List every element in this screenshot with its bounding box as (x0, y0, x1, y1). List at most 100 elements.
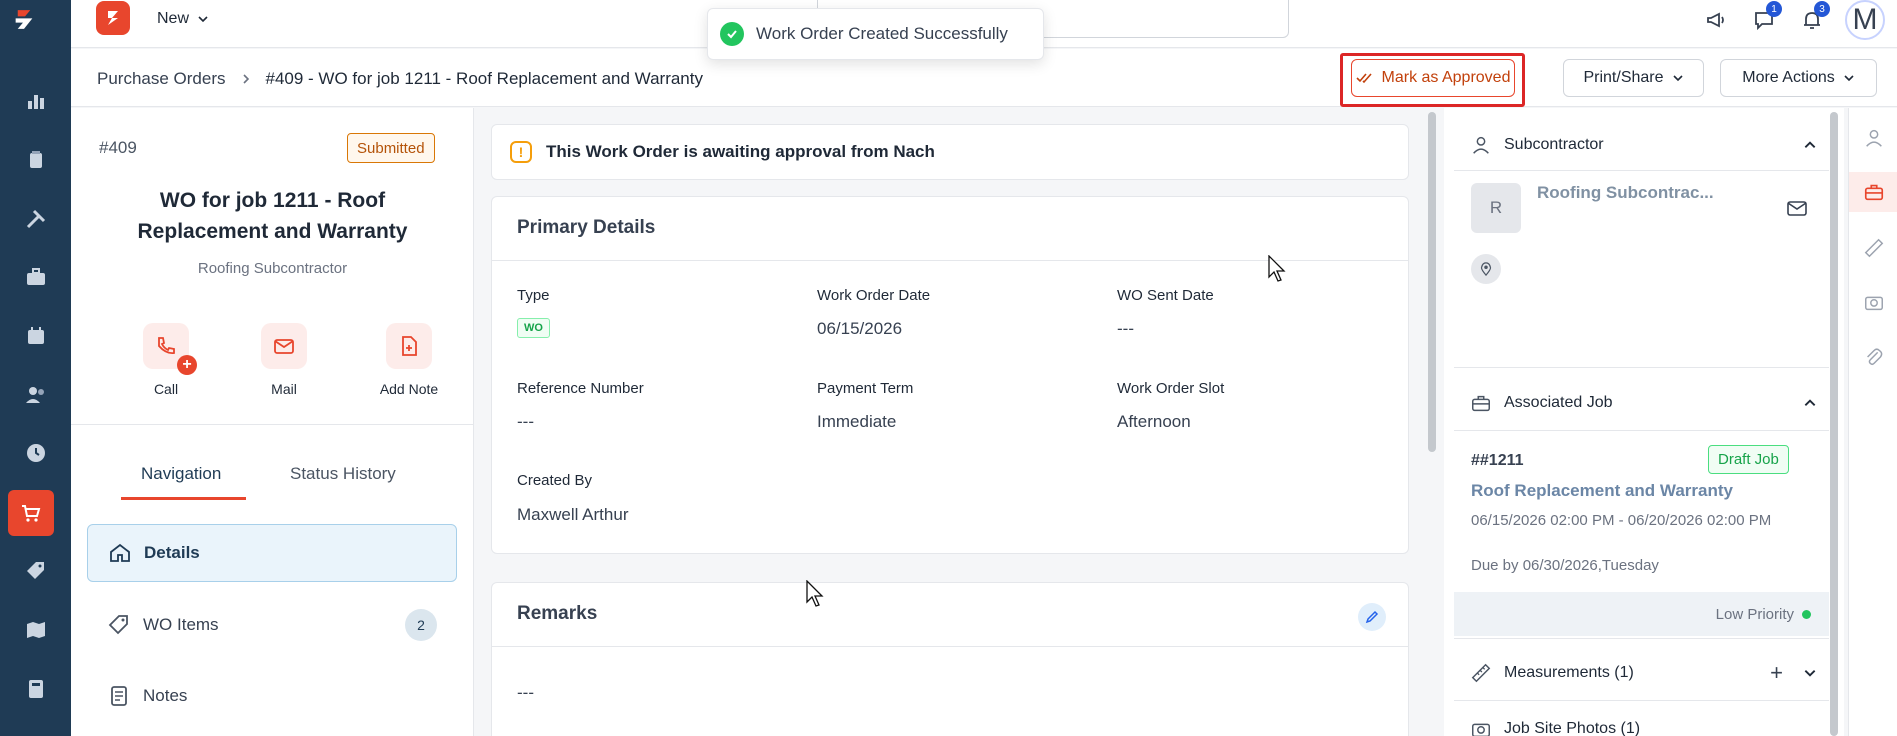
nav-item-label: WO Items (143, 615, 219, 634)
mail-icon[interactable] (1785, 196, 1809, 220)
person-icon (1473, 136, 1489, 154)
person-icon[interactable] (1849, 118, 1897, 158)
add-note-icon (386, 323, 432, 369)
field-label: Created By (517, 472, 593, 489)
field-value: --- (517, 412, 534, 431)
add-note-action[interactable]: Add Note (364, 323, 454, 397)
print-share-button[interactable]: Print/Share (1563, 59, 1704, 97)
briefcase-icon (1472, 395, 1490, 412)
new-menu-button[interactable]: New (157, 8, 209, 30)
job-site-photos-section-header[interactable]: Job Site Photos (1) (1454, 718, 1829, 736)
tag-icon (108, 615, 128, 635)
tab-navigation[interactable]: Navigation (141, 464, 221, 484)
check-circle-icon (720, 22, 744, 46)
dashboard-icon[interactable] (0, 78, 71, 124)
divider (1454, 367, 1829, 368)
briefcase-icon[interactable] (1849, 172, 1897, 212)
add-measurement-plus-icon[interactable]: + (1770, 660, 1783, 686)
print-share-label: Print/Share (1583, 69, 1664, 86)
announcement-megaphone-icon[interactable] (1701, 5, 1731, 35)
work-order-summary-panel: #409 Submitted WO for job 1211 - Roof Re… (71, 108, 474, 736)
field-label: Work Order Date (817, 287, 931, 304)
mail-action[interactable]: Mail (239, 323, 329, 397)
breadcrumb-current: #409 - WO for job 1211 - Roof Replacemen… (265, 69, 703, 88)
add-note-label: Add Note (379, 381, 439, 397)
approve-label: Mark as Approved (1381, 69, 1511, 86)
field-label: Reference Number (517, 380, 644, 397)
map-icon[interactable] (0, 607, 71, 653)
messages-icon[interactable]: 1 (1749, 1, 1782, 35)
clock-icon[interactable] (0, 430, 71, 476)
calendar-icon[interactable] (0, 313, 71, 359)
brand-logo-icon[interactable] (96, 1, 130, 35)
priority-indicator: Low Priority (1454, 592, 1829, 636)
field-label: Type (517, 287, 550, 304)
chevron-down-icon[interactable] (1803, 666, 1817, 680)
people-icon[interactable] (0, 372, 71, 418)
nav-item-notes[interactable]: Notes (87, 667, 457, 725)
divider (1454, 170, 1829, 171)
user-avatar[interactable]: M (1845, 0, 1885, 40)
mail-label: Mail (271, 381, 297, 397)
divider (1454, 430, 1829, 431)
breadcrumb-parent-link[interactable]: Purchase Orders (97, 69, 226, 89)
divider (1454, 700, 1829, 701)
mark-as-approved-button[interactable]: Mark as Approved (1351, 59, 1515, 97)
chevron-down-icon (198, 16, 208, 23)
page-title: WO for job 1211 - Roof Replacement and W… (137, 189, 408, 243)
notifications-bell-icon[interactable]: 3 (1797, 1, 1830, 35)
chevron-down-icon (1672, 75, 1683, 82)
mouse-cursor-icon (1268, 255, 1286, 282)
nav-item-label: Details (144, 543, 200, 562)
divider (71, 424, 474, 425)
card-heading: Remarks (517, 603, 598, 624)
chevron-up-icon (1804, 141, 1816, 148)
app-logo[interactable] (12, 8, 56, 54)
field-label: Work Order Slot (1117, 380, 1225, 397)
scrollbar[interactable] (1830, 112, 1838, 736)
count-badge: 2 (405, 609, 437, 641)
call-action[interactable]: + Call (121, 323, 211, 397)
tag-icon[interactable] (0, 548, 71, 594)
briefcase-icon[interactable] (0, 254, 71, 300)
tab-status-history[interactable]: Status History (290, 464, 396, 484)
field-label: WO Sent Date (1117, 287, 1214, 304)
app-root: New 1 3 M Work Order Created Successfull… (0, 0, 1897, 736)
job-dates: 06/15/2026 02:00 PM - 06/20/2026 02:00 P… (1471, 512, 1772, 529)
nav-item-details[interactable]: Details (87, 524, 457, 582)
job-due-date: Due by 06/30/2026,Tuesday (1471, 557, 1659, 574)
subcontractor-name[interactable]: Roofing Subcontrac... (1537, 183, 1714, 203)
ruler-icon[interactable] (1849, 228, 1897, 268)
nav-item-wo-items[interactable]: WO Items 2 (87, 596, 457, 654)
camera-icon (1472, 723, 1490, 736)
work-order-details: ! This Work Order is awaiting approval f… (475, 108, 1423, 736)
section-title: Job Site Photos (1) (1504, 720, 1641, 736)
associated-job-section-header[interactable]: Associated Job (1454, 388, 1829, 418)
camera-icon[interactable] (1849, 282, 1897, 322)
scrollbar[interactable] (1428, 112, 1436, 452)
status-badge: Submitted (347, 133, 435, 163)
measurements-section-header[interactable]: Measurements (1) + (1454, 658, 1829, 688)
notes-icon (111, 686, 127, 706)
divider (492, 646, 1408, 647)
warning-icon: ! (510, 141, 532, 163)
edit-pencil-icon[interactable] (1358, 603, 1386, 631)
card-heading: Primary Details (517, 217, 656, 238)
field-value: Maxwell Arthur (517, 505, 629, 524)
paperclip-icon[interactable] (1849, 337, 1897, 377)
location-pin-icon[interactable] (1471, 254, 1501, 284)
job-title-link[interactable]: Roof Replacement and Warranty (1471, 481, 1733, 501)
tools-icon[interactable] (0, 196, 71, 242)
section-title: Associated Job (1504, 394, 1613, 411)
subcontractor-section-header[interactable]: Subcontractor (1454, 130, 1829, 160)
phone-icon: + (143, 323, 197, 375)
toast-message: Work Order Created Successfully (756, 24, 1008, 43)
avatar: R (1471, 183, 1521, 233)
more-actions-button[interactable]: More Actions (1720, 59, 1877, 97)
primary-details-card: Primary Details Type WO Work Order Date … (491, 196, 1409, 554)
purchase-orders-cart-icon[interactable] (8, 490, 54, 536)
documents-icon[interactable] (0, 137, 71, 183)
section-title: Subcontractor (1504, 136, 1604, 153)
mail-icon (261, 323, 307, 369)
calculator-icon[interactable] (0, 666, 71, 712)
